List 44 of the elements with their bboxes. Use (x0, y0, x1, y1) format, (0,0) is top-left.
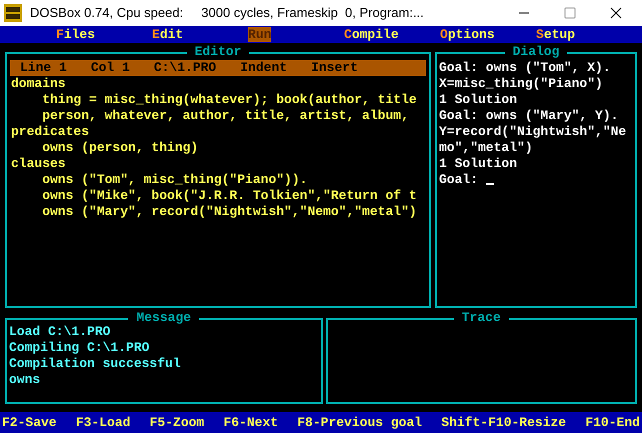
message-line: Compiling C:\1.PRO (9, 340, 150, 356)
code-line: owns ("Tom", misc_thing("Piano")). (41, 172, 308, 188)
app-logo-icon (4, 4, 22, 22)
dialog-line: mo","metal") (439, 140, 534, 156)
message-line: Load C:\1.PRO (9, 324, 112, 340)
panel-title: Message (128, 310, 200, 326)
message-line: Compilation successful (9, 356, 182, 372)
dialog-line: Goal: owns ("Tom", X). (439, 60, 612, 76)
menu-item[interactable]: Options (440, 26, 536, 42)
window-title: DOSBox 0.74, Cpu speed: 3000 cycles, Frameskip 0, Program:... (30, 4, 424, 22)
maximize-icon[interactable] (564, 7, 576, 19)
code-line: domains (11, 76, 67, 92)
panel-title: Dialog (504, 44, 568, 60)
function-key[interactable]: F6-Next (223, 414, 278, 430)
status-field: Line 1 (20, 60, 67, 76)
menu-item[interactable]: Compile (344, 26, 440, 42)
message-line: owns (9, 372, 42, 388)
function-key[interactable]: Shift-F10-Resize (441, 414, 566, 430)
status-field: Insert (311, 60, 358, 76)
menu-item[interactable]: Edit (152, 26, 248, 42)
dialog-line: Y=record("Nightwish","Ne (439, 124, 628, 140)
dialog-line: Goal: (439, 172, 633, 188)
function-key[interactable]: F8-Previous goal (297, 414, 422, 430)
dialog-line: 1 Solution (439, 92, 518, 108)
status-field: Col 1 (90, 60, 130, 76)
status-field: C:\1.PRO (154, 60, 216, 76)
code-line: thing = misc_thing(whatever); book(author, title (41, 92, 418, 108)
function-key[interactable]: F5-Zoom (150, 414, 204, 430)
code-line: owns ("Mike", book("J.R.R. Tolkien","Return of t (41, 188, 418, 204)
code-line: predicates (11, 124, 90, 140)
code-line: owns (person, thing) (41, 140, 200, 156)
function-key[interactable]: F10-End (585, 414, 640, 430)
status-field: Indent (240, 60, 288, 76)
code-line: person, whatever, author, title, artist, album, (41, 108, 410, 124)
code-line: owns ("Mary", record("Nightwish","Nemo","metal") (41, 204, 418, 220)
code-line: clauses (11, 156, 67, 172)
close-icon[interactable] (610, 7, 622, 19)
dialog-line: Goal: owns ("Mary", Y). (439, 108, 620, 124)
function-key[interactable]: F3-Load (76, 414, 130, 430)
dialog-line: X=misc_thing("Piano") (439, 76, 604, 92)
menu-item[interactable]: Files (56, 26, 152, 42)
function-key[interactable]: F2-Save (2, 414, 57, 430)
menu-item[interactable]: Setup (536, 26, 632, 42)
dialog-line: 1 Solution (439, 156, 518, 172)
